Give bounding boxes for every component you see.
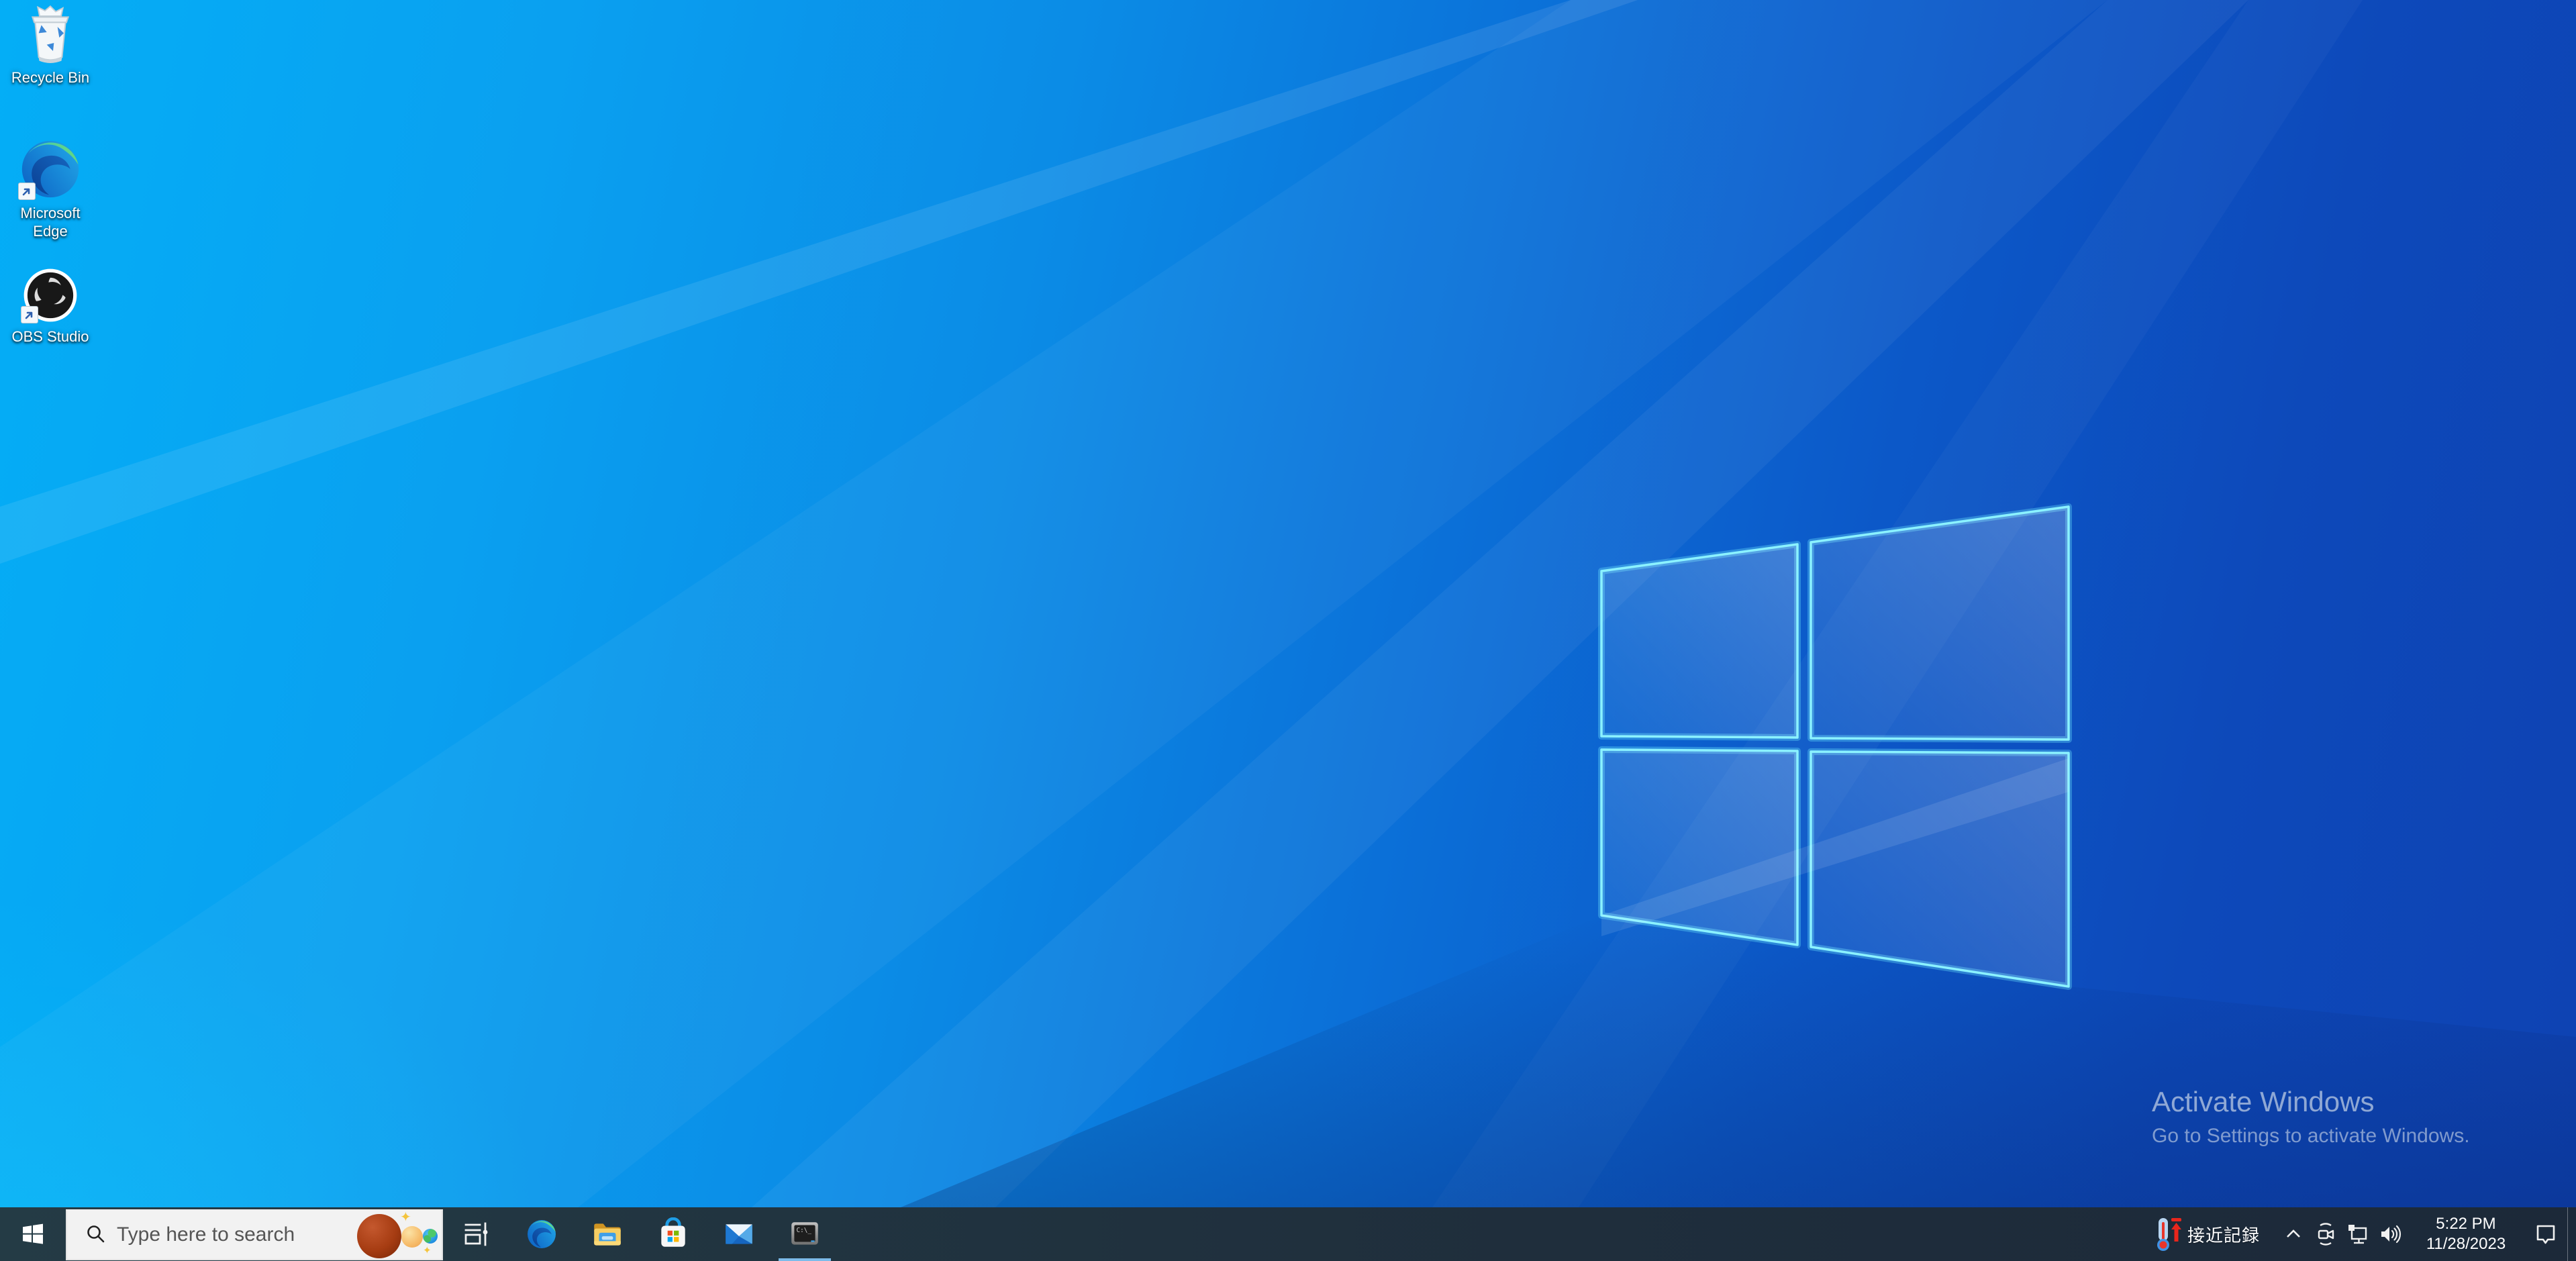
microsoft-edge-icon xyxy=(19,138,81,200)
sparkle-icon: ✦ xyxy=(400,1211,411,1224)
action-center-button[interactable] xyxy=(2524,1207,2567,1261)
microsoft-store-icon xyxy=(656,1217,690,1251)
search-icon xyxy=(85,1223,107,1246)
tray-hidden-icons-button[interactable] xyxy=(2277,1207,2310,1261)
taskbar-app-task-view[interactable] xyxy=(443,1207,509,1261)
shortcut-arrow-icon xyxy=(18,183,36,200)
clock-date: 11/28/2023 xyxy=(2416,1234,2516,1254)
watermark-title: Activate Windows xyxy=(2152,1086,2470,1118)
obs-studio-icon xyxy=(22,266,79,323)
orange-moon-icon xyxy=(401,1226,423,1248)
running-app-indicator xyxy=(779,1258,831,1261)
meet-now-camera-icon xyxy=(2312,1221,2339,1248)
mars-planet-icon xyxy=(357,1214,401,1258)
taskbar-app-file-explorer[interactable] xyxy=(575,1207,640,1261)
command-prompt-icon: C:\_ xyxy=(788,1217,822,1251)
wallpaper-light-rays-and-logo xyxy=(0,0,2576,1261)
taskbar: ✦ ✦ xyxy=(0,1207,2576,1261)
tray-volume-button[interactable] xyxy=(2374,1207,2406,1261)
desktop-icon-label: Microsoft Edge xyxy=(20,204,80,240)
windows-logo-icon xyxy=(21,1223,44,1246)
desktop-icon-recycle-bin[interactable]: Recycle Bin xyxy=(1,5,99,87)
mail-icon xyxy=(722,1217,756,1251)
start-button[interactable] xyxy=(0,1207,66,1261)
notifications-bubble-icon xyxy=(2532,1221,2559,1248)
tray-temperature-item[interactable]: 接近記録 xyxy=(2155,1217,2260,1252)
desktop-icon-label: Recycle Bin xyxy=(11,68,89,87)
clock-time: 5:22 PM xyxy=(2416,1214,2516,1234)
shortcut-arrow-icon xyxy=(21,306,38,323)
desktop-icon-microsoft-edge[interactable]: Microsoft Edge xyxy=(1,138,99,240)
watermark-subtitle: Go to Settings to activate Windows. xyxy=(2152,1125,2470,1148)
system-tray: 接近記録 xyxy=(2155,1207,2576,1261)
recycle-bin-icon xyxy=(25,5,76,64)
taskbar-app-microsoft-edge[interactable] xyxy=(509,1207,575,1261)
earth-icon xyxy=(423,1229,438,1244)
search-highlights[interactable]: ✦ ✦ xyxy=(356,1211,442,1259)
desktop-icon-obs-studio[interactable]: OBS Studio xyxy=(1,266,99,346)
tray-network-button[interactable] xyxy=(2342,1207,2374,1261)
show-desktop-button[interactable] xyxy=(2567,1207,2576,1261)
svg-text:C:\_: C:\_ xyxy=(797,1227,812,1234)
sparkle-icon: ✦ xyxy=(423,1244,432,1258)
file-explorer-icon xyxy=(591,1217,624,1251)
taskbar-app-mail[interactable] xyxy=(706,1207,772,1261)
chevron-up-icon xyxy=(2281,1222,2306,1246)
task-view-icon xyxy=(460,1218,492,1250)
desktop-wallpaper xyxy=(0,0,2576,1261)
volume-icon xyxy=(2377,1221,2404,1248)
activate-windows-watermark: Activate Windows Go to Settings to activ… xyxy=(2152,1086,2470,1148)
tray-meet-now-button[interactable] xyxy=(2310,1207,2342,1261)
tray-temperature-label: 接近記録 xyxy=(2187,1222,2260,1247)
microsoft-edge-icon xyxy=(526,1218,558,1250)
desktop-icon-label: OBS Studio xyxy=(12,327,89,346)
taskbar-clock[interactable]: 5:22 PM 11/28/2023 xyxy=(2416,1214,2516,1254)
taskbar-search-box[interactable]: ✦ ✦ xyxy=(66,1209,443,1260)
taskbar-app-command-prompt[interactable]: C:\_ xyxy=(772,1207,838,1261)
windows-desktop: Recycle Bin xyxy=(0,0,2576,1261)
taskbar-app-microsoft-store[interactable] xyxy=(640,1207,706,1261)
thermometer-rising-icon xyxy=(2155,1217,2182,1252)
network-ethernet-icon xyxy=(2344,1221,2371,1248)
